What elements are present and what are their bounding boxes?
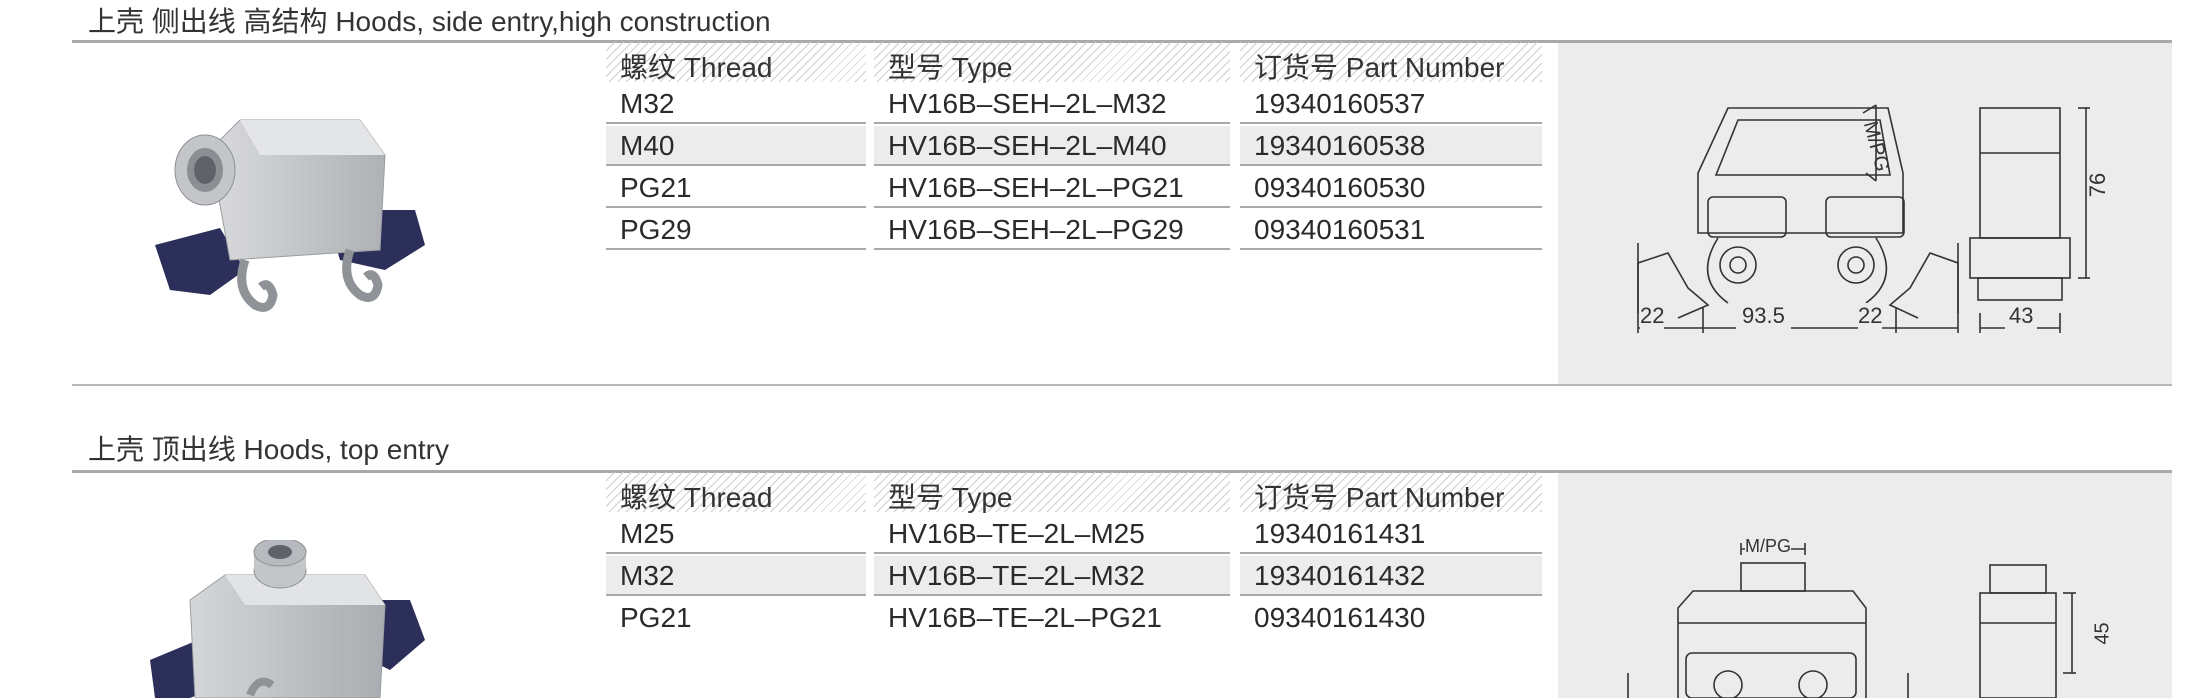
table-cell-part: 19340160538 [1240,126,1542,166]
table-cell-part: 09340160531 [1240,210,1542,250]
table-row: M32 [606,556,866,596]
table-cell-part: 09340161430 [1254,602,1426,633]
product-photo-top-entry [150,540,425,698]
table-row: PG21 [620,602,692,633]
dim-width: 93.5 [1736,303,1791,329]
section-title-top-entry: 上壳 顶出线 Hoods, top entry [88,434,450,465]
table-cell-type: HV16B–SEH–2L–M32 [874,84,1230,124]
dim-height-top: 45 [2091,622,2114,645]
table-row: PG29 [606,210,866,250]
table-cell-type: HV16B–TE–2L–M32 [874,556,1230,596]
table-row: M40 [606,126,866,166]
table-cell-type: HV16B–TE–2L–M25 [874,514,1230,554]
dim-height-side: 76 [2085,172,2111,198]
table-cell-part: 19340161432 [1240,556,1542,596]
table-cell-type: HV16B–SEH–2L–PG21 [874,168,1230,208]
header-part-number: 订货号 Part Number [1240,472,1542,513]
section-divider-middle [72,384,2172,386]
table-row: PG21 [606,168,866,208]
table-cell-part: 19340160537 [1240,84,1542,124]
section-title-side-entry: 上壳 侧出线 高结构 Hoods, side entry,high constr… [88,6,771,37]
table-cell-type: HV16B–SEH–2L–M40 [874,126,1230,166]
header-part-number: 订货号 Part Number [1240,42,1542,83]
dim-right-flange: 22 [1858,303,1883,329]
technical-drawing-top-entry [1627,543,2076,698]
table-row: M32 [606,84,866,124]
header-thread: 螺纹 Thread [606,42,866,83]
product-photo-side-entry [155,119,425,312]
header-thread: 螺纹 Thread [606,472,866,513]
table-cell-part: 19340161431 [1240,514,1542,554]
dim-left-flange: 22 [1640,303,1665,329]
header-type: 型号 Type [874,42,1230,83]
header-type: 型号 Type [874,472,1230,513]
table-cell-type: HV16B–TE–2L–PG21 [888,602,1162,633]
dim-side-width: 43 [2005,303,2038,329]
table-cell-type: HV16B–SEH–2L–PG29 [874,210,1230,250]
table-cell-part: 09340160530 [1240,168,1542,208]
table-row: M25 [606,514,866,554]
dim-mpg-top: M/PG [1745,536,1792,557]
technical-drawing-side-entry [1637,104,2090,333]
